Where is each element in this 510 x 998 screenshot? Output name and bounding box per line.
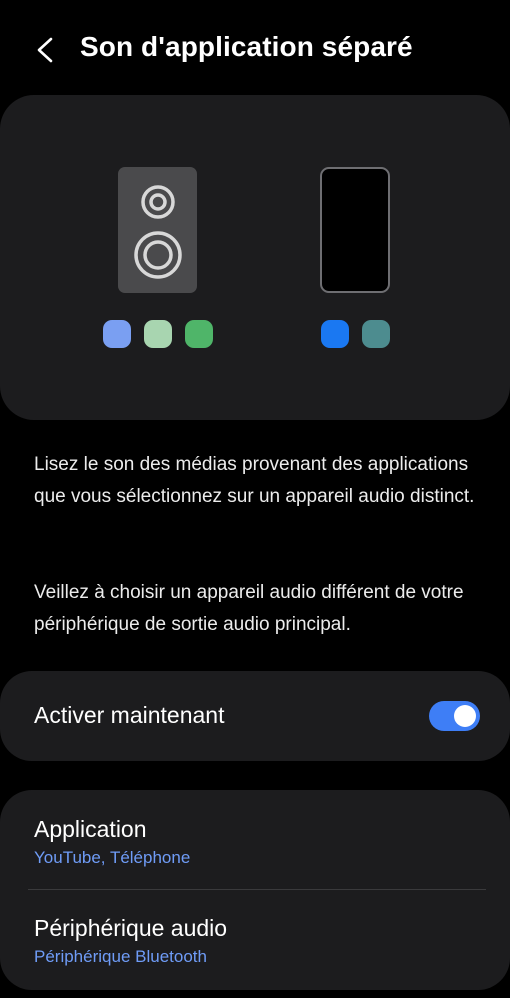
audio-device-title: Périphérique audio [34, 915, 228, 941]
application-title: Application [34, 816, 147, 842]
description-paragraph-2: Veillez à choisir un appareil audio diff… [34, 582, 464, 635]
speaker-app-dot-3 [185, 320, 213, 348]
audio-device-subtitle: Périphérique Bluetooth [34, 947, 207, 966]
back-button[interactable] [30, 30, 60, 70]
illustration-card [0, 95, 510, 420]
page-title: Son d'application séparé [80, 31, 413, 62]
speaker-app-dot-1 [103, 320, 131, 348]
activate-now-label: Activer maintenant [34, 702, 225, 728]
phone-app-dot-2 [362, 320, 390, 348]
switch-knob [454, 705, 476, 727]
chevron-left-icon [37, 37, 53, 63]
phone-icon [320, 167, 390, 293]
activate-now-row[interactable]: Activer maintenant [0, 671, 510, 761]
header: Son d'application séparé [0, 0, 510, 100]
activate-now-switch[interactable] [429, 701, 480, 731]
application-subtitle: YouTube, Téléphone [34, 848, 191, 867]
speaker-icon [118, 167, 197, 293]
settings-list: Application YouTube, Téléphone Périphéri… [0, 790, 510, 990]
audio-device-item[interactable]: Périphérique audio Périphérique Bluetoot… [0, 890, 510, 989]
speaker-app-dot-2 [144, 320, 172, 348]
description-paragraph-1: Lisez le son des médias provenant des ap… [34, 454, 475, 507]
phone-app-dot-1 [321, 320, 349, 348]
application-item[interactable]: Application YouTube, Téléphone [0, 790, 510, 889]
